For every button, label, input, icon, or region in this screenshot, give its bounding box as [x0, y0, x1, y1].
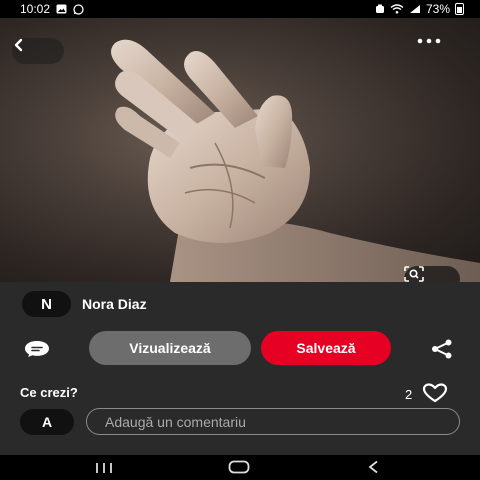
status-bar: 10:02 73%	[0, 0, 480, 18]
system-nav-bar	[0, 455, 480, 480]
share-button[interactable]	[431, 339, 453, 364]
comment-button[interactable]	[24, 340, 50, 363]
signal-icon	[409, 5, 420, 13]
author-name[interactable]: Nora Diaz	[82, 296, 147, 312]
nav-back-icon	[368, 460, 378, 474]
hand-illustration	[111, 39, 480, 282]
wifi-icon	[390, 4, 404, 14]
share-icon	[432, 339, 452, 359]
likes-count: 2	[405, 387, 413, 402]
pin-image[interactable]	[0, 18, 480, 282]
visual-search-icon	[404, 266, 424, 282]
recent-apps-button[interactable]	[94, 461, 114, 479]
view-button[interactable]: Vizualizează	[89, 331, 251, 365]
home-button[interactable]	[228, 460, 250, 479]
comments-title: Ce crezi?	[20, 385, 78, 400]
more-options-button[interactable]	[416, 38, 470, 64]
save-button[interactable]: Salvează	[261, 331, 391, 365]
comment-input[interactable]	[86, 408, 460, 435]
like-button[interactable]	[422, 383, 448, 406]
nav-back-button[interactable]	[367, 460, 379, 479]
gallery-notification-icon	[56, 4, 67, 14]
likes: 2	[405, 383, 448, 406]
author-row[interactable]: N Nora Diaz	[22, 291, 147, 317]
battery-percent: 73%	[425, 2, 450, 16]
author-avatar[interactable]: N	[22, 291, 71, 317]
back-button[interactable]	[12, 38, 64, 64]
visual-search-button[interactable]	[404, 266, 460, 282]
alarm-icon	[375, 4, 384, 13]
recent-apps-icon	[96, 463, 112, 473]
status-right: 73%	[375, 2, 464, 16]
heart-icon	[423, 383, 448, 403]
more-icon	[417, 38, 441, 44]
whatsapp-notification-icon	[73, 3, 84, 15]
back-icon	[14, 38, 23, 52]
status-time: 10:02	[20, 2, 51, 16]
battery-icon	[455, 3, 464, 15]
add-comment-row: A	[20, 408, 460, 436]
comment-icon	[25, 341, 49, 357]
user-avatar[interactable]: A	[20, 409, 74, 435]
actions-row: Vizualizează Salvează	[0, 330, 480, 366]
status-left: 10:02	[20, 2, 84, 16]
home-icon	[228, 460, 250, 474]
